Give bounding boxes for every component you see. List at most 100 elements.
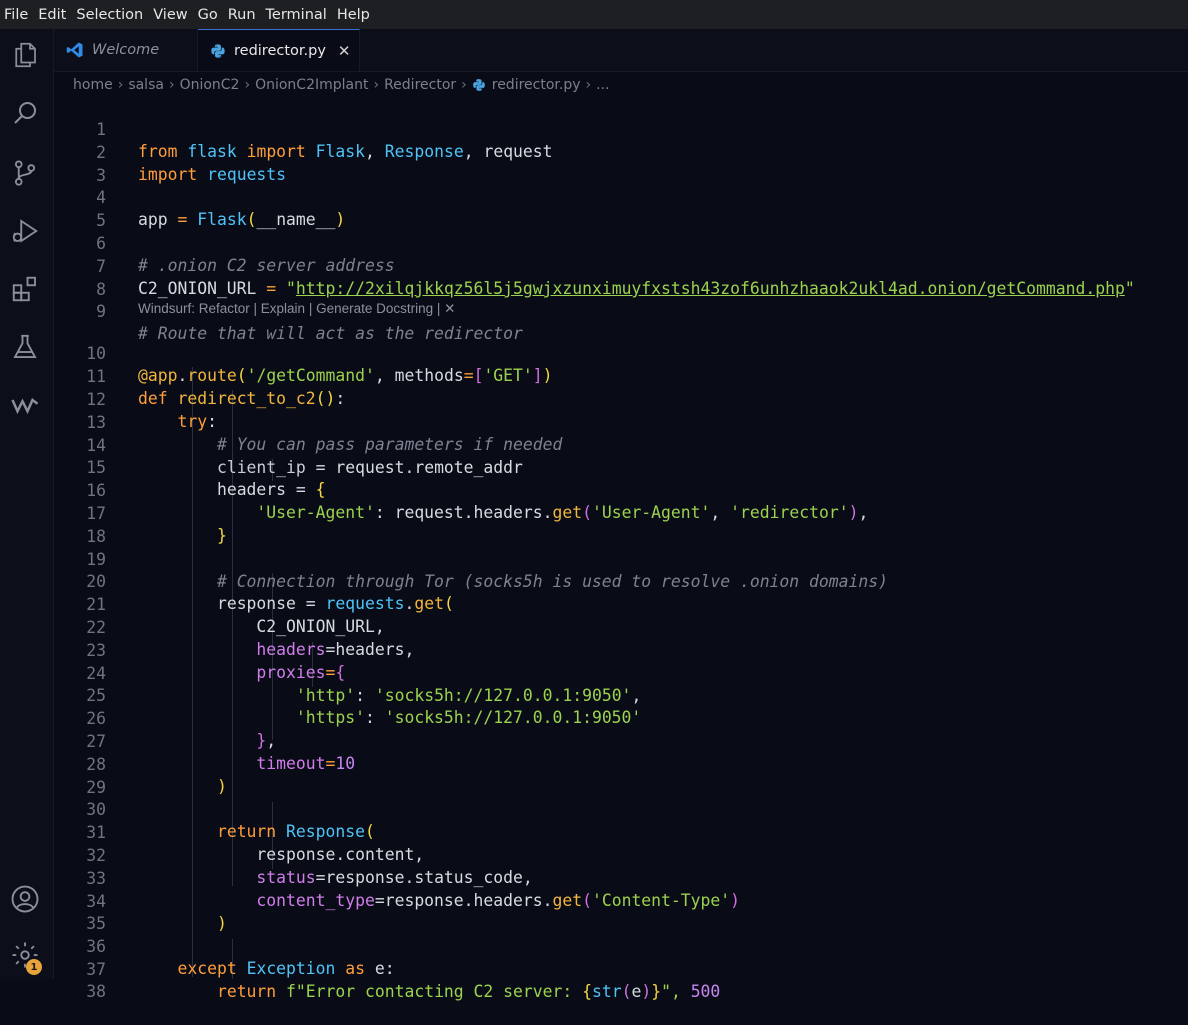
token: ) [216, 777, 227, 796]
code-line: 22 headers=headers, [54, 595, 414, 659]
menu-selection[interactable]: Selection [72, 7, 147, 23]
comment: # .onion C2 server address [138, 256, 395, 275]
code-line: 18 [54, 504, 106, 546]
token: } [256, 731, 267, 750]
token: ( [365, 822, 375, 841]
testing-icon[interactable] [9, 331, 41, 363]
token: headers [256, 640, 326, 659]
menu-go[interactable]: Go [194, 7, 222, 23]
extensions-icon[interactable] [9, 273, 41, 305]
comment: # You can pass parameters if needed [216, 435, 563, 454]
codelens-actions[interactable]: Windsurf: Refactor | Explain | Generate … [138, 301, 455, 317]
token: , [858, 503, 869, 522]
code-line: 20 response = requests.get( [54, 549, 454, 613]
token: ( [315, 389, 326, 408]
breadcrumb-salsa[interactable]: salsa [128, 77, 164, 93]
code-line: 19 # Connection through Tor (socks5h is … [54, 527, 888, 591]
windsurf-icon[interactable] [9, 389, 41, 421]
token: except [177, 959, 237, 978]
line-number: 9 [96, 302, 106, 321]
breadcrumb-home[interactable]: home [73, 77, 113, 93]
token: = [177, 210, 188, 229]
token: try [177, 412, 208, 431]
token: flask [187, 142, 237, 161]
token: f"Error contacting C2 server: [286, 982, 583, 1001]
breadcrumb-onionc2implant[interactable]: OnionC2Implant [255, 77, 368, 93]
tab-welcome-label: Welcome [92, 42, 160, 58]
token: headers [473, 503, 543, 522]
token: e [631, 982, 642, 1001]
code-line: 5 [54, 188, 106, 230]
breadcrumb-onionc2[interactable]: OnionC2 [180, 77, 240, 93]
code-line: 37 return f"Error contacting C2 server: … [54, 937, 720, 1001]
code-line: 38 [54, 959, 106, 1001]
token: ", [661, 982, 691, 1001]
chevron-right-icon: › [117, 77, 124, 93]
token: redirect_to_c2 [177, 389, 316, 408]
token: requests [207, 165, 287, 184]
token: status_code, [414, 868, 533, 887]
token: : [384, 959, 395, 978]
breadcrumb-redirector[interactable]: Redirector [384, 77, 456, 93]
token: : [364, 708, 385, 727]
token: proxies [256, 663, 326, 682]
token: Response [286, 822, 365, 841]
menu-run[interactable]: Run [224, 7, 260, 23]
token: C2_ONION_URL, [256, 617, 385, 636]
code-line: 21 C2_ONION_URL, [54, 572, 384, 636]
run-debug-icon[interactable] [9, 215, 41, 247]
code-line: 31 response.content, [54, 800, 424, 864]
token: 'http' [295, 686, 356, 705]
token: headers [473, 891, 543, 910]
menu-view[interactable]: View [149, 7, 191, 23]
notification-badge: 1 [26, 959, 42, 975]
token: ( [246, 210, 257, 229]
search-icon[interactable] [9, 97, 41, 129]
token: = [266, 279, 287, 298]
token: = request [315, 458, 405, 477]
token: : [355, 686, 375, 705]
token: Flask [197, 210, 247, 229]
token: 10 [335, 754, 356, 773]
token: : [207, 412, 217, 431]
code-line: 1 from flask import Flask, Response, req… [54, 97, 552, 161]
token: Flask [315, 142, 366, 161]
token: : [335, 389, 346, 408]
token: = [325, 754, 336, 773]
python-icon [472, 78, 486, 92]
token: Response [384, 142, 464, 161]
token: str [591, 982, 622, 1001]
url-link[interactable]: http://2xilqjkkqz56l5j5gwjxzunximuyfxsts… [296, 279, 1125, 298]
source-control-icon[interactable] [9, 157, 41, 189]
breadcrumb-symbol[interactable]: ... [596, 77, 609, 93]
menu-help[interactable]: Help [333, 7, 374, 23]
token: 'GET' [483, 366, 533, 385]
menu-file[interactable]: File [0, 7, 32, 23]
token: 'Content-Type' [591, 891, 731, 910]
files-icon[interactable] [9, 39, 41, 71]
token: ) [641, 982, 652, 1001]
editor-tabs: Welcome redirector.py ✕ [54, 29, 1188, 72]
code-editor[interactable]: Windsurf: Refactor | Explain | Generate … [54, 97, 1188, 1001]
token: " [286, 279, 296, 298]
code-line: 23 proxies={ [54, 618, 345, 682]
menu-edit[interactable]: Edit [34, 7, 70, 23]
token: , [365, 142, 385, 161]
breadcrumb-file[interactable]: redirector.py [492, 77, 581, 93]
token: content_type [256, 891, 375, 910]
comment: # Connection through Tor (socks5h is use… [216, 572, 888, 591]
menu-terminal[interactable]: Terminal [262, 7, 331, 23]
close-icon[interactable]: ✕ [338, 42, 351, 60]
tab-redirector-label: redirector.py [234, 42, 326, 59]
token: =response [374, 891, 464, 910]
account-icon[interactable] [9, 883, 41, 915]
token: e [374, 959, 385, 978]
code-line: 13 # You can pass parameters if needed [54, 390, 562, 454]
token: def [138, 389, 168, 408]
line-number: 38 [86, 982, 106, 1001]
token: ) [325, 389, 336, 408]
menu-bar: File Edit Selection View Go Run Terminal… [0, 0, 1188, 30]
tab-welcome[interactable]: Welcome [54, 29, 198, 71]
token: requests [325, 594, 405, 613]
tab-redirector[interactable]: redirector.py ✕ [198, 29, 360, 71]
